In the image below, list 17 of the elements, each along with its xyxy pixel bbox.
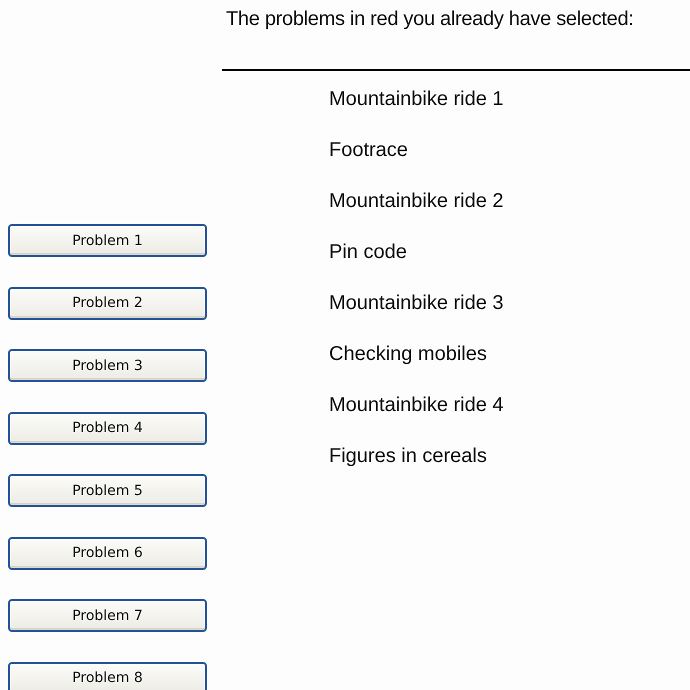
problem-button[interactable]: Problem 8 — [8, 662, 207, 690]
problem-button[interactable]: Problem 5 — [8, 474, 207, 507]
problem-name: Mountainbike ride 1 — [329, 88, 504, 110]
problem-button[interactable]: Problem 6 — [8, 536, 207, 570]
problem-name: Mountainbike ride 3 — [329, 292, 504, 314]
problem-name: Checking mobiles — [329, 343, 487, 365]
problem-button[interactable]: Problem 4 — [8, 412, 207, 444]
problem-name: Footrace — [329, 139, 408, 161]
problem-name: Pin code — [329, 241, 407, 263]
problem-name: Mountainbike ride 4 — [329, 394, 504, 416]
problem-name: Figures in cereals — [329, 445, 487, 467]
heading: The problems in red you already have selected: — [226, 8, 635, 31]
problem-button[interactable]: Problem 7 — [8, 599, 207, 632]
problem-button[interactable]: Problem 2 — [8, 286, 207, 320]
problem-name: Mountainbike ride 2 — [329, 190, 504, 212]
problem-button[interactable]: Problem 1 — [8, 224, 207, 257]
problem-button[interactable]: Problem 3 — [8, 349, 207, 382]
